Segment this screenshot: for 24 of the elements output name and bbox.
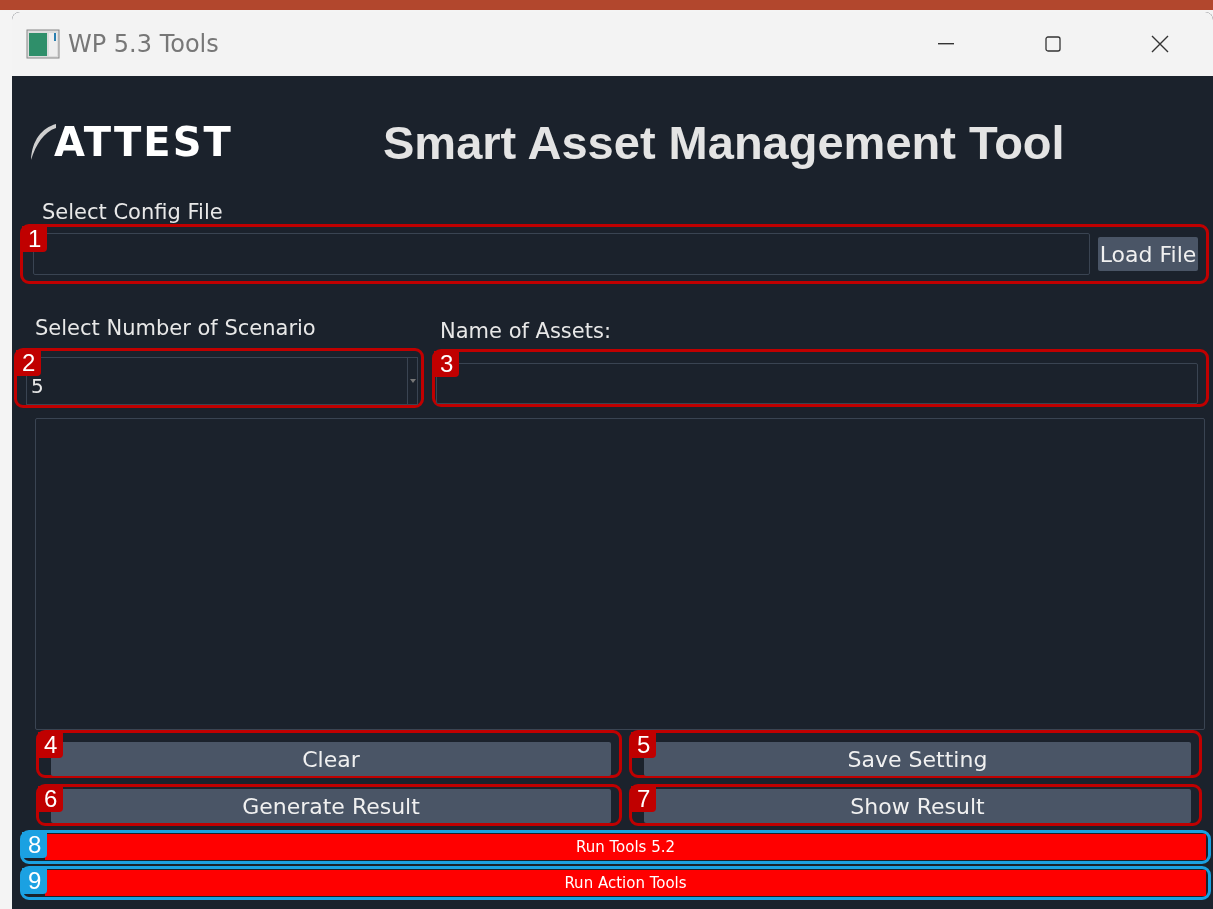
callout-number: 1 xyxy=(22,226,48,252)
load-file-button[interactable]: Load File xyxy=(1098,237,1198,271)
field-label: Select Config File xyxy=(42,200,224,224)
callout-number: 5 xyxy=(631,732,657,758)
callout-number: 8 xyxy=(22,832,48,858)
callout-number: 6 xyxy=(38,786,64,812)
callout-number: 7 xyxy=(631,786,657,812)
run-button[interactable]: Run Action Tools xyxy=(45,870,1206,896)
field-label: Select Number of Scenario xyxy=(35,316,317,340)
dropdown-arrow-icon xyxy=(409,379,416,383)
minimize-icon xyxy=(937,43,954,45)
callout-number: 4 xyxy=(38,732,64,758)
window-title: WP 5.3 Tools xyxy=(68,30,220,58)
text-area[interactable] xyxy=(35,418,1205,730)
app-icon xyxy=(26,29,60,59)
callout-number: 3 xyxy=(434,351,460,377)
run-button[interactable]: Run Tools 5.2 xyxy=(45,834,1206,860)
callout-number: 9 xyxy=(22,868,48,894)
close-icon xyxy=(1150,35,1169,53)
field-label: Name of Assets: xyxy=(440,319,612,343)
maximize-icon xyxy=(1044,36,1061,52)
callout-number: 2 xyxy=(16,350,42,376)
attest-logo: ATTEST xyxy=(28,119,363,165)
app-title: Smart Asset Management Tool xyxy=(383,114,1065,170)
